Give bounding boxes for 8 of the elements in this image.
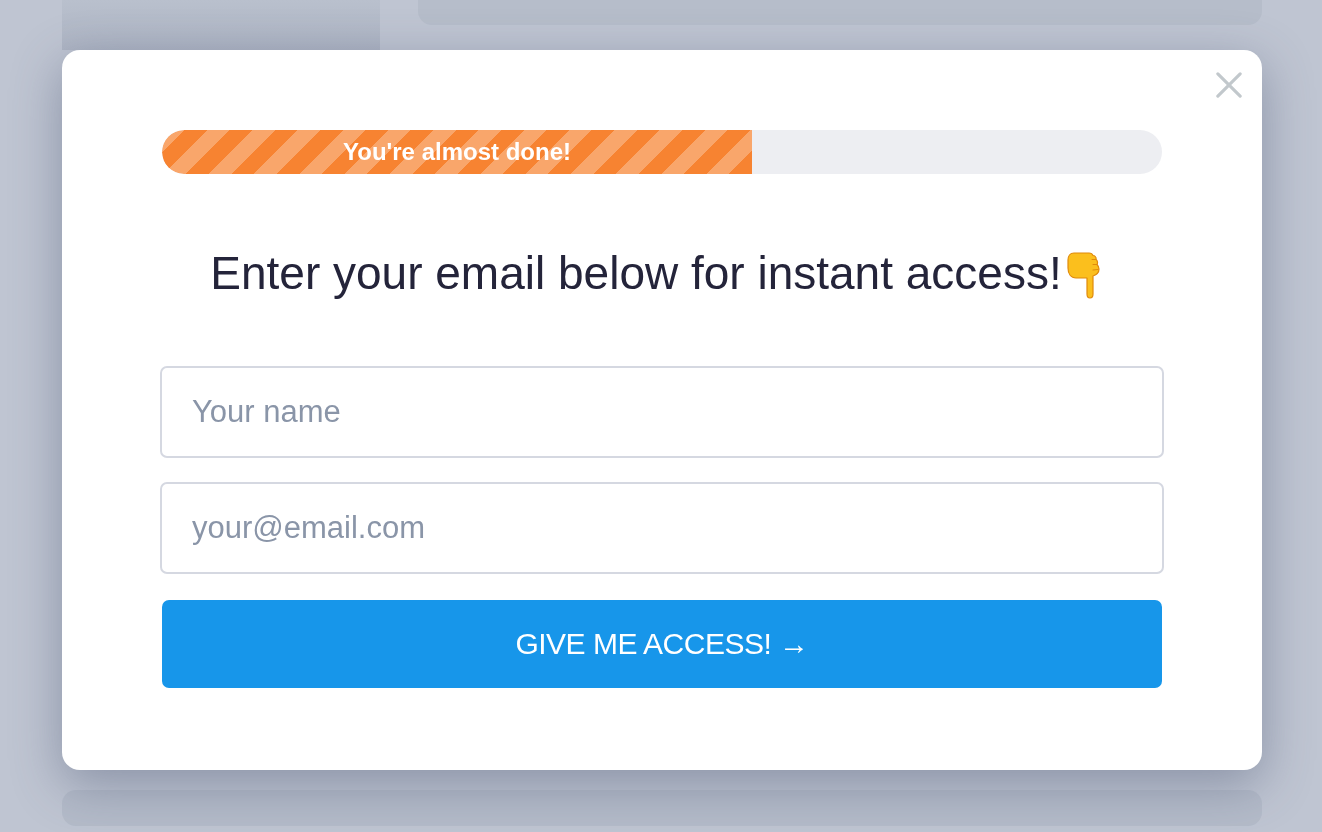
hand-pointing-down-icon xyxy=(1065,251,1102,299)
dialog-heading: Enter your email below for instant access! xyxy=(210,246,1062,300)
progress-label: You're almost done! xyxy=(343,138,571,166)
submit-button[interactable]: GIVE ME ACCESS! → xyxy=(162,600,1162,688)
input-field[interactable]: Your name xyxy=(160,366,1164,458)
close-icon xyxy=(1216,72,1242,98)
input-field[interactable]: your@email.com xyxy=(160,482,1164,574)
close-button[interactable] xyxy=(1214,70,1244,100)
